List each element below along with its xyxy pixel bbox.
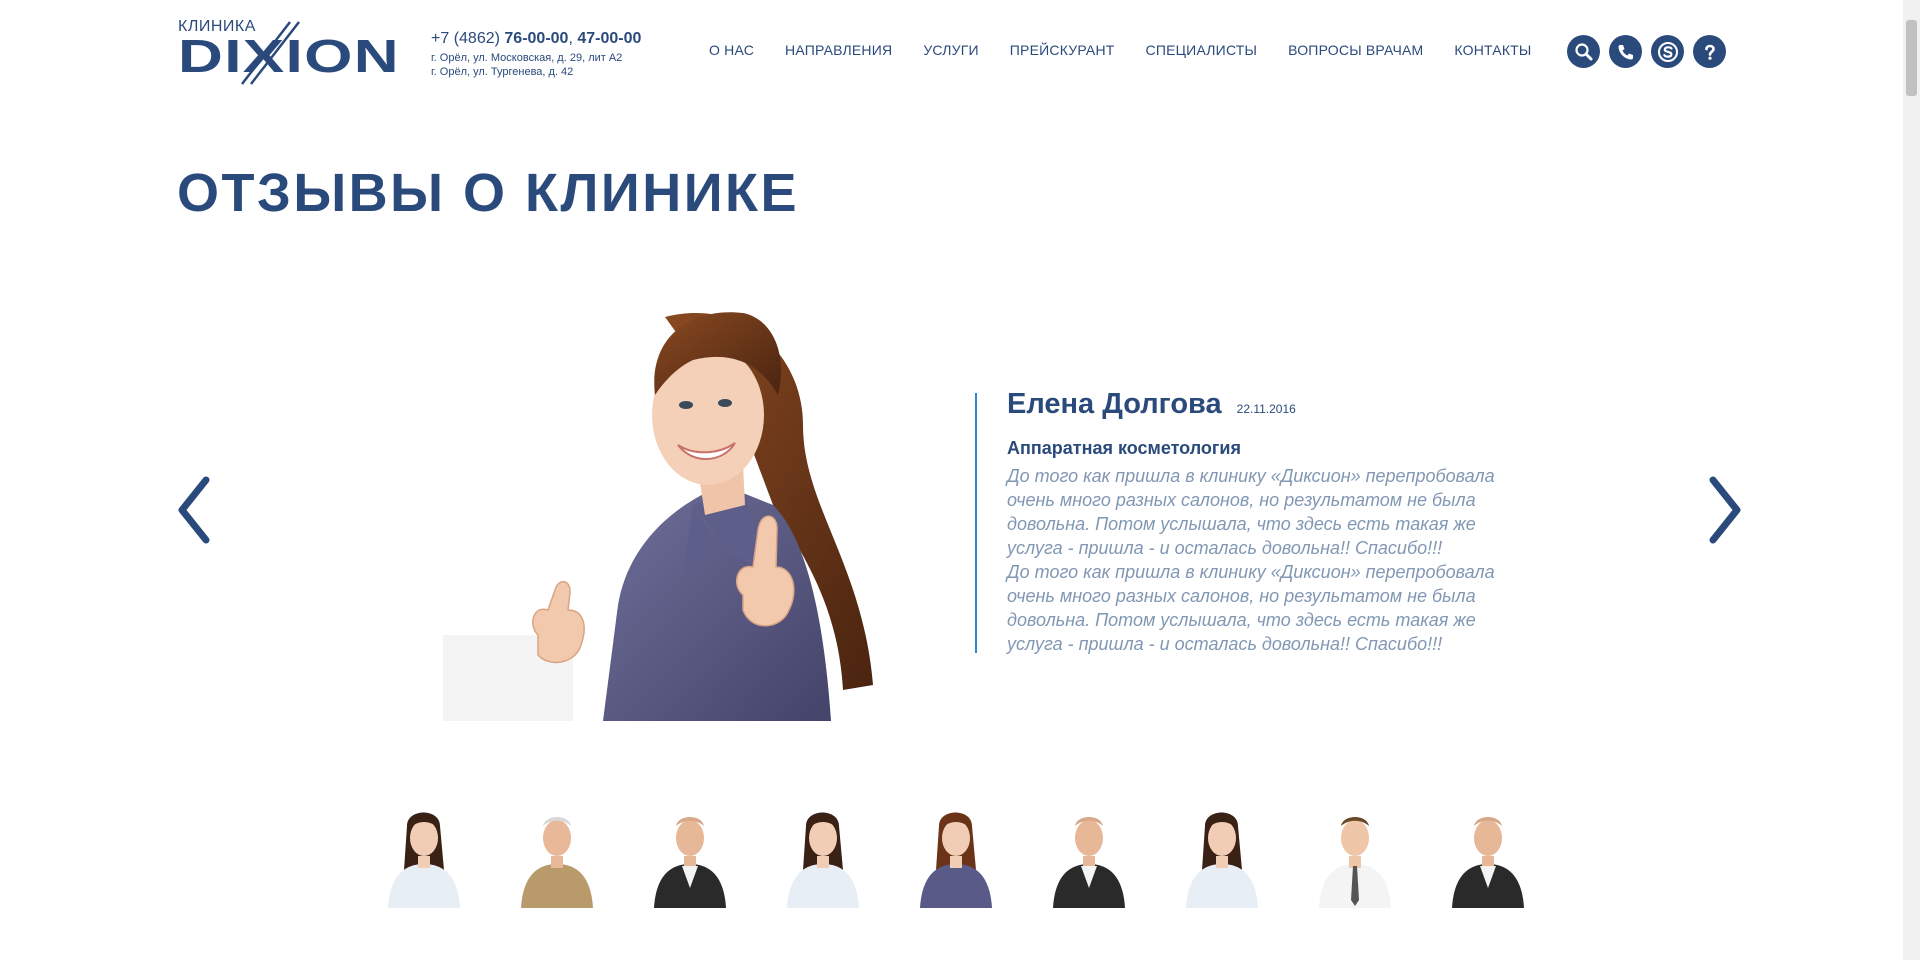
nav-item-about[interactable]: О НАС — [709, 42, 754, 58]
next-review-button[interactable] — [1697, 470, 1747, 550]
phone-1: 76-00-00 — [504, 30, 569, 47]
help-icon[interactable] — [1693, 35, 1726, 68]
phone-2: 47-00-00 — [577, 30, 642, 47]
review-card: Елена Долгова 22.11.2016 Аппаратная косм… — [975, 388, 1535, 656]
nav-item-directions[interactable]: НАПРАВЛЕНИЯ — [785, 42, 892, 58]
nav-item-questions[interactable]: ВОПРОСЫ ВРАЧАМ — [1288, 42, 1423, 58]
phone-code: +7 (4862) — [431, 30, 500, 47]
phone-icon[interactable] — [1609, 35, 1642, 68]
reviewer-thumbnail[interactable] — [1446, 808, 1529, 908]
address-2: г. Орёл, ул. Тургенева, д. 42 — [431, 66, 574, 78]
address-1: г. Орёл, ул. Московская, д. 29, лит А2 — [431, 52, 623, 64]
chevron-right-icon — [1709, 476, 1741, 544]
reviewer-thumbnails — [382, 808, 1529, 908]
nav-item-specialists[interactable]: СПЕЦИАЛИСТЫ — [1146, 42, 1258, 58]
nav-item-prices[interactable]: ПРЕЙСКУРАНТ — [1010, 42, 1115, 58]
review-text-paragraph: До того как пришла в клинику «Диксион» п… — [1007, 562, 1495, 654]
reviewer-name: Елена Долгова — [1007, 388, 1222, 420]
nav-item-services[interactable]: УСЛУГИ — [923, 42, 978, 58]
clinic-logo[interactable]: КЛИНИКА DIXION — [178, 18, 400, 85]
scrollbar-thumb[interactable] — [1906, 20, 1917, 96]
review-service[interactable]: Аппаратная косметология — [1007, 438, 1535, 459]
page-title: ОТЗЫВЫ О КЛИНИКЕ — [177, 163, 800, 223]
reviewer-thumbnail[interactable] — [382, 808, 465, 908]
header-icons — [1567, 35, 1726, 68]
reviewer-photo — [443, 305, 883, 721]
reviewer-thumbnail[interactable] — [1180, 808, 1263, 908]
phone-line[interactable]: +7 (4862) 76-00-00, 47-00-00 — [431, 30, 641, 48]
search-icon[interactable] — [1567, 35, 1600, 68]
reviewer-thumbnail[interactable] — [914, 808, 997, 908]
reviewer-thumbnail[interactable] — [781, 808, 864, 908]
page-scrollbar[interactable] — [1903, 0, 1920, 960]
reviewer-thumbnail[interactable] — [648, 808, 731, 908]
reviewer-thumbnail[interactable] — [1313, 808, 1396, 908]
review-text-paragraph: До того как пришла в клинику «Диксион» п… — [1007, 466, 1495, 558]
reviewer-thumbnail[interactable] — [1047, 808, 1130, 908]
prev-review-button[interactable] — [172, 470, 222, 550]
contacts-block: +7 (4862) 76-00-00, 47-00-00 г. Орёл, ул… — [431, 30, 641, 79]
review-text: До того как пришла в клинику «Диксион» п… — [1007, 464, 1535, 656]
reviewer-thumbnail[interactable] — [515, 808, 598, 908]
logo-name: DIXION — [178, 30, 400, 82]
chevron-left-icon — [178, 476, 210, 544]
skype-icon[interactable] — [1651, 35, 1684, 68]
main-nav: О НАС НАПРАВЛЕНИЯ УСЛУГИ ПРЕЙСКУРАНТ СПЕ… — [709, 42, 1532, 58]
review-date: 22.11.2016 — [1236, 402, 1296, 416]
logo-mark: DIXION — [178, 21, 400, 85]
nav-item-contacts[interactable]: КОНТАКТЫ — [1454, 42, 1531, 58]
